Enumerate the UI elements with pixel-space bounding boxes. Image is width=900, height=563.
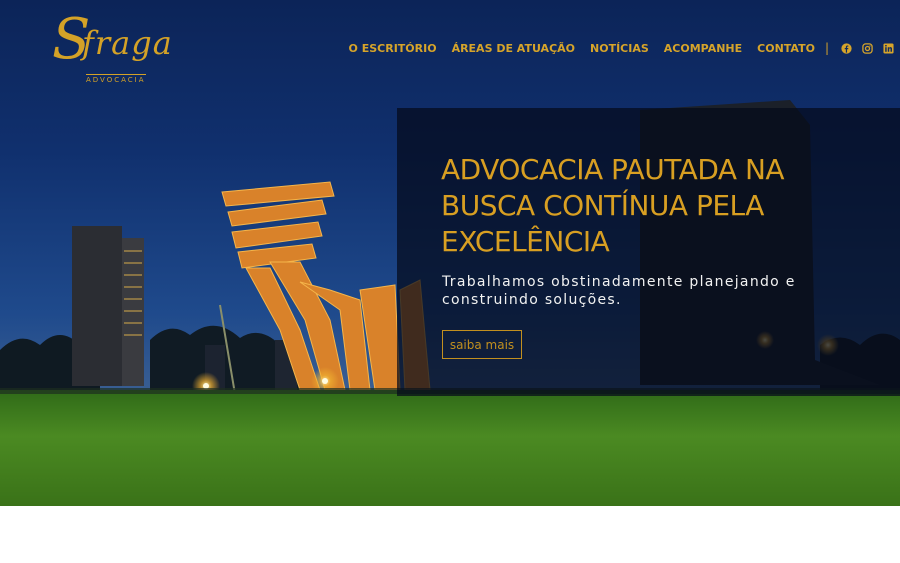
- nav-item-contato[interactable]: CONTATO: [757, 42, 815, 55]
- hero-tagline: Trabalhamos obstinadamente planejando e …: [442, 274, 796, 308]
- linkedin-icon[interactable]: [883, 42, 894, 54]
- logo-wordmark: fraga: [82, 24, 173, 62]
- logo-subtitle: ADVOCACIA: [86, 74, 146, 84]
- nav-item-areas-de-atuacao[interactable]: ÁREAS DE ATUAÇÃO: [452, 42, 575, 55]
- nav-item-o-escritorio[interactable]: O ESCRITÓRIO: [349, 42, 437, 55]
- hero-headline: ADVOCACIA PAUTADA NA BUSCA CONTÍNUA PELA…: [441, 153, 785, 258]
- saiba-mais-button[interactable]: saiba mais: [442, 330, 522, 359]
- page-content-area: [0, 506, 900, 563]
- main-navigation: O ESCRITÓRIO ÁREAS DE ATUAÇÃO NOTÍCIAS A…: [334, 41, 894, 55]
- instagram-icon[interactable]: [862, 42, 873, 54]
- facebook-icon[interactable]: [841, 42, 852, 54]
- hero-banner: S fraga ADVOCACIA O ESCRITÓRIO ÁREAS DE …: [0, 0, 900, 506]
- nav-item-noticias[interactable]: NOTÍCIAS: [590, 42, 649, 55]
- nav-separator: |: [824, 41, 829, 55]
- nav-item-acompanhe[interactable]: ACOMPANHE: [664, 42, 742, 55]
- brand-logo[interactable]: S fraga ADVOCACIA: [52, 12, 192, 85]
